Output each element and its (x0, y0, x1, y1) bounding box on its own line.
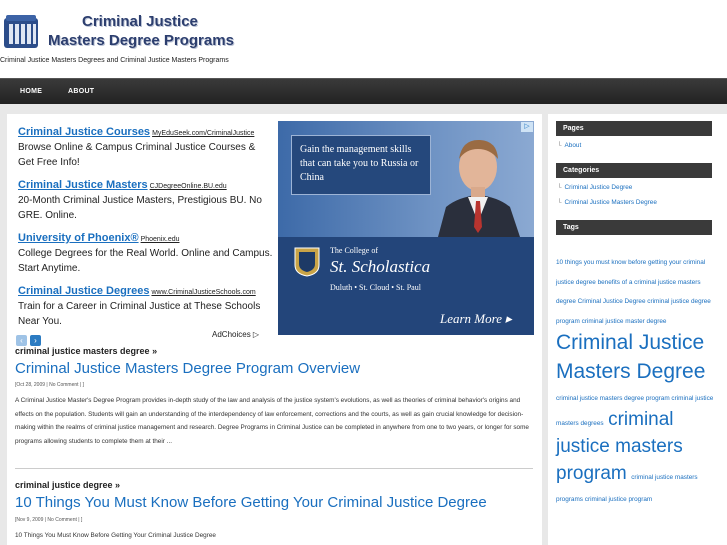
college-name: St. Scholastica (330, 257, 431, 276)
college-banner-ad[interactable]: Gain the management skills that can take… (278, 121, 534, 335)
ad-url-link[interactable]: CJDegreeOnline.BU.edu (150, 183, 227, 190)
adchoices-icon: ▷ (252, 330, 260, 339)
ad-item: Criminal Justice Degrees www.CriminalJust… (18, 281, 273, 329)
site-tagline: Criminal Justice Masters Degrees and Cri… (0, 57, 229, 64)
college-crest-icon (294, 247, 320, 277)
ad-title-link[interactable]: Criminal Justice Degrees (18, 285, 149, 297)
main-nav: HOME ABOUT (0, 78, 727, 104)
list-elbow-icon: └ (557, 199, 562, 206)
main-content: Criminal Justice Courses MyEduSeek.com/Cr… (7, 114, 542, 545)
ad-item: Criminal Justice Courses MyEduSeek.com/Cr… (18, 122, 273, 170)
college-prefix: The College of (330, 246, 378, 255)
sidebar-item-about[interactable]: └ About (557, 142, 581, 149)
businessman-photo (438, 139, 520, 237)
post-category-link[interactable]: criminal justice masters degree » (15, 346, 157, 356)
courthouse-logo-icon[interactable] (2, 12, 40, 50)
nav-home[interactable]: HOME (20, 79, 42, 105)
post-meta: [Oct 28, 2009 | No Comment | ] (15, 382, 85, 388)
site-title[interactable]: Criminal Justice Masters Degree Programs (48, 12, 234, 50)
ad-title-link[interactable]: Criminal Justice Masters (18, 179, 148, 191)
ad-title-link[interactable]: University of Phoenix® (18, 232, 139, 244)
tag-link[interactable]: 10 things you must know before getting y… (556, 259, 711, 325)
post-meta: [Nov 9, 2009 | No Comment | ] (15, 517, 83, 523)
ad-description: Browse Online & Campus Criminal Justice … (18, 142, 256, 168)
list-elbow-icon: └ (557, 184, 562, 191)
banner-pitch-box: Gain the management skills that can take… (291, 135, 431, 195)
banner-pitch-text: Gain the management skills that can take… (300, 144, 419, 183)
sidebar: Pages └ About Categories └ Criminal Justic… (548, 114, 727, 545)
ad-url-link[interactable]: www.CriminalJusticeSchools.com (151, 289, 255, 296)
ad-url-link[interactable]: Phoenix.edu (141, 236, 180, 243)
post-title-link[interactable]: Criminal Justice Masters Degree Program … (15, 360, 360, 377)
site-title-line2: Masters Degree Programs (48, 32, 234, 49)
post-excerpt: 10 Things You Must Know Before Getting Y… (15, 532, 216, 539)
ad-next-arrow-icon[interactable]: › (30, 335, 41, 346)
ad-prev-arrow-icon[interactable]: ‹ (16, 335, 27, 346)
post-excerpt: A Criminal Justice Master's Degree Progr… (15, 397, 529, 445)
post-divider (15, 468, 533, 469)
text-ads-block: Criminal Justice Courses MyEduSeek.com/Cr… (18, 122, 273, 334)
sidebar-item-label: Criminal Justice Masters Degree (564, 199, 657, 206)
widget-heading-tags: Tags (556, 220, 712, 235)
ad-description: 20-Month Criminal Justice Masters, Prest… (18, 195, 262, 221)
banner-bottom: The College of St. Scholastica Duluth • … (278, 237, 534, 335)
sidebar-item-label: Criminal Justice Degree (564, 184, 633, 191)
post-category-link[interactable]: criminal justice degree » (15, 480, 120, 490)
adchoices-link[interactable]: AdChoices ▷ (212, 330, 259, 339)
ad-url-link[interactable]: MyEduSeek.com/CriminalJustice (152, 130, 254, 137)
tag-link[interactable]: Criminal Justice Masters Degree (556, 331, 705, 383)
page-wrapper: Criminal Justice Courses MyEduSeek.com/Cr… (0, 104, 727, 545)
ad-info-icon[interactable]: ▷ (521, 122, 533, 132)
ad-description: Train for a Career in Criminal Justice a… (18, 301, 261, 327)
post-title-link[interactable]: 10 Things You Must Know Before Getting Y… (15, 494, 487, 511)
site-header: Criminal Justice Masters Degree Programs… (0, 0, 727, 78)
adchoices-label: AdChoices (212, 330, 251, 339)
learn-more-button[interactable]: Learn More ▸ (440, 311, 512, 327)
college-campuses: Duluth • St. Cloud • St. Paul (330, 283, 421, 292)
sidebar-item-label: About (564, 142, 582, 149)
list-elbow-icon: └ (557, 142, 562, 149)
site-title-line1: Criminal Justice (82, 13, 198, 30)
ad-item: Criminal Justice Masters CJDegreeOnline.B… (18, 175, 273, 223)
widget-heading-categories: Categories (556, 163, 712, 178)
sidebar-item-cj-masters-degree[interactable]: └ Criminal Justice Masters Degree (557, 199, 657, 206)
tag-cloud: 10 things you must know before getting y… (556, 250, 716, 506)
ad-description: College Degrees for the Real World. Onli… (18, 248, 273, 274)
widget-heading-pages: Pages (556, 121, 712, 136)
nav-about[interactable]: ABOUT (68, 79, 94, 105)
sidebar-item-cj-degree[interactable]: └ Criminal Justice Degree (557, 184, 632, 191)
ad-item: University of Phoenix® Phoenix.edu Colleg… (18, 228, 273, 276)
ad-title-link[interactable]: Criminal Justice Courses (18, 126, 150, 138)
